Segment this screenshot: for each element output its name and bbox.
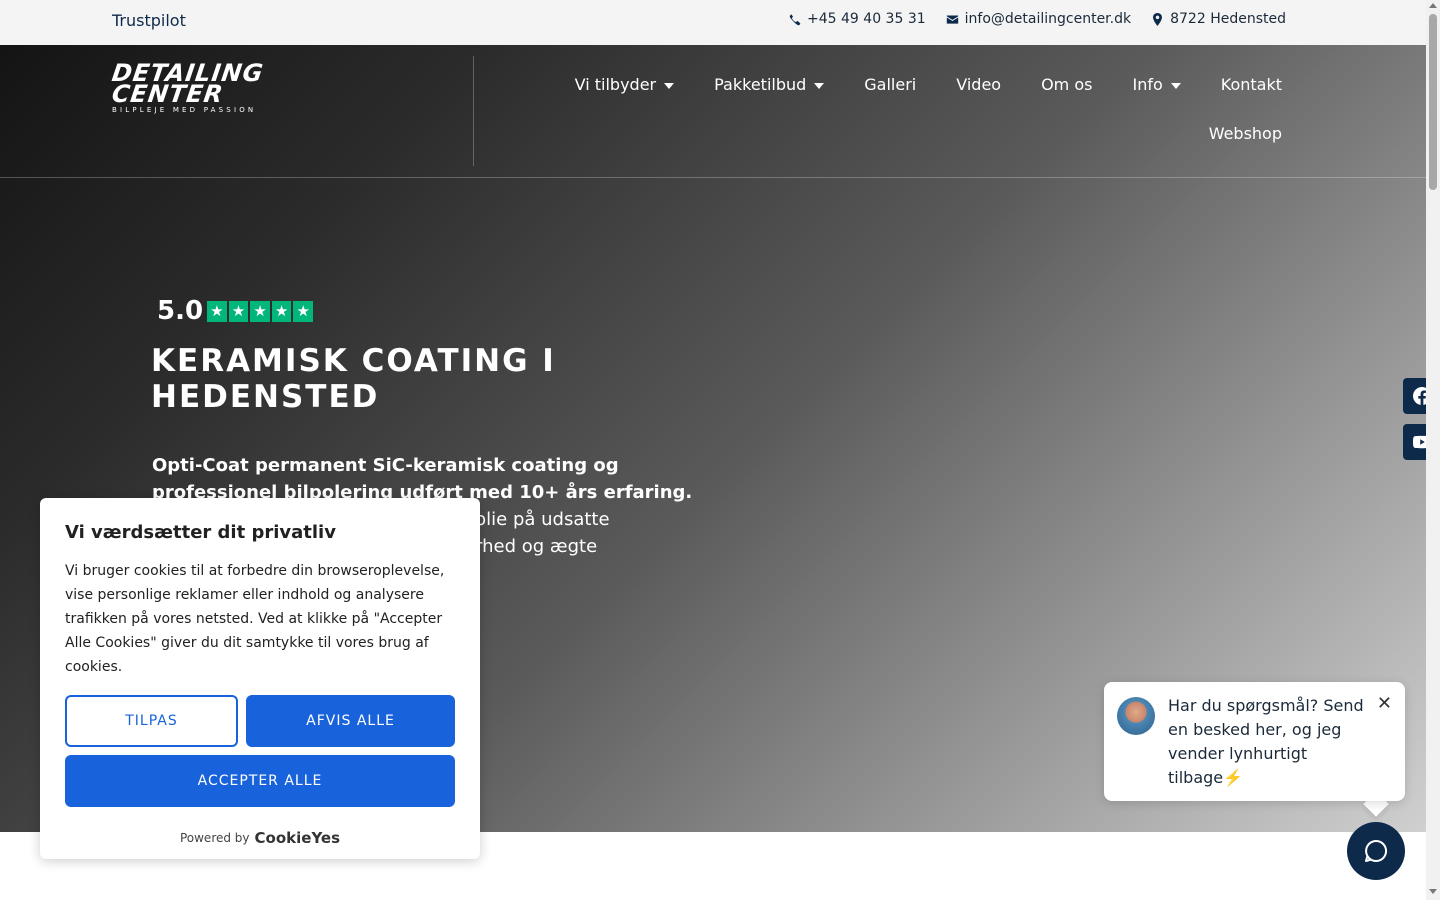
phone-number: +45 49 40 35 31: [807, 11, 926, 27]
nav-label: Info: [1132, 75, 1163, 94]
page-scrollbar[interactable]: [1426, 0, 1440, 900]
customize-button[interactable]: TILPAS: [65, 695, 238, 747]
nav-item-info[interactable]: Info: [1132, 75, 1181, 94]
header-divider: [473, 56, 474, 166]
nav-label: Vi tilbyder: [574, 75, 657, 94]
location-text: 8722 Hedensted: [1170, 11, 1286, 27]
scroll-down-arrow-icon[interactable]: [1429, 889, 1437, 894]
trustpilot-rating[interactable]: 5.0 ★ ★ ★ ★ ★: [157, 296, 314, 326]
site-logo[interactable]: DETAILING CENTER BILPLEJE MED PASSION: [110, 59, 265, 114]
powered-by: Powered by CookieYes: [65, 829, 455, 847]
contact-list: +45 49 40 35 31 info@detailingcenter.dk …: [788, 11, 1286, 27]
nav-label: Galleri: [864, 75, 917, 94]
trustpilot-link[interactable]: Trustpilot: [112, 11, 186, 30]
nav-item-om-os[interactable]: Om os: [1041, 75, 1092, 94]
star-icon: ★: [271, 300, 292, 322]
email-address: info@detailingcenter.dk: [964, 11, 1132, 27]
location-contact[interactable]: 8722 Hedensted: [1151, 11, 1286, 27]
rating-stars: ★ ★ ★ ★ ★: [207, 300, 314, 322]
cookie-button-row: TILPAS AFVIS ALLE: [65, 695, 455, 747]
nav-label: Kontakt: [1220, 75, 1282, 94]
star-icon: ★: [207, 300, 227, 322]
caret-down-icon: [664, 82, 675, 89]
scroll-thumb[interactable]: [1429, 14, 1437, 190]
map-pin-icon: [1153, 12, 1163, 26]
chat-launcher-button[interactable]: [1347, 822, 1405, 880]
reject-all-button[interactable]: AFVIS ALLE: [246, 695, 455, 747]
main-nav: Vi tilbyder Pakketilbud Galleri Video Om…: [522, 75, 1282, 94]
hero-title: KERAMISK COATING I HEDENSTED: [151, 343, 556, 415]
chat-message-bubble[interactable]: Har du spørgsmål? Send en besked her, og…: [1104, 682, 1405, 801]
star-icon: ★: [250, 300, 270, 322]
cookie-body: Vi bruger cookies til at forbedre din br…: [65, 563, 445, 675]
phone-contact[interactable]: +45 49 40 35 31: [788, 11, 926, 27]
scroll-up-arrow-icon[interactable]: [1429, 3, 1437, 8]
email-contact[interactable]: info@detailingcenter.dk: [946, 11, 1131, 27]
nav-item-galleri[interactable]: Galleri: [864, 75, 916, 94]
close-icon[interactable]: ✕: [1377, 693, 1392, 714]
caret-down-icon: [814, 82, 825, 89]
top-bar: Trustpilot +45 49 40 35 31 info@detailin…: [0, 0, 1426, 45]
hero-description-bold: Opti-Coat permanent SiC-keramisk coating…: [152, 455, 693, 503]
phone-icon: [789, 13, 801, 25]
nav-item-webshop[interactable]: Webshop: [1209, 124, 1282, 143]
logo-line-2: CENTER: [110, 80, 226, 108]
rating-score: 5.0: [157, 296, 204, 326]
avatar: [1117, 697, 1155, 735]
caret-down-icon: [1170, 82, 1181, 89]
nav-item-kontakt[interactable]: Kontakt: [1221, 75, 1282, 94]
star-icon: ★: [228, 300, 249, 322]
nav-label: Pakketilbud: [714, 75, 807, 94]
nav-item-vi-tilbyder[interactable]: Vi tilbyder: [575, 75, 675, 94]
header-bottom-border: [0, 177, 1426, 178]
chat-message-text: Har du spørgsmål? Send en besked her, og…: [1168, 696, 1364, 787]
chat-icon: [1365, 839, 1388, 862]
powered-by-text: Powered by: [179, 831, 250, 845]
cookie-consent-banner: Vi værdsætter dit privatliv Vi bruger co…: [40, 498, 480, 859]
nav-label: Video: [956, 75, 1002, 94]
cookieyes-logo[interactable]: CookieYes: [255, 829, 341, 847]
nav-label: Om os: [1041, 75, 1093, 94]
nav-item-pakketilbud[interactable]: Pakketilbud: [714, 75, 825, 94]
accept-all-button[interactable]: ACCEPTER ALLE: [65, 755, 455, 807]
cookie-title: Vi værdsætter dit privatliv: [65, 522, 336, 543]
star-icon: ★: [293, 300, 314, 322]
envelope-icon: [946, 14, 958, 24]
nav-item-video[interactable]: Video: [956, 75, 1001, 94]
